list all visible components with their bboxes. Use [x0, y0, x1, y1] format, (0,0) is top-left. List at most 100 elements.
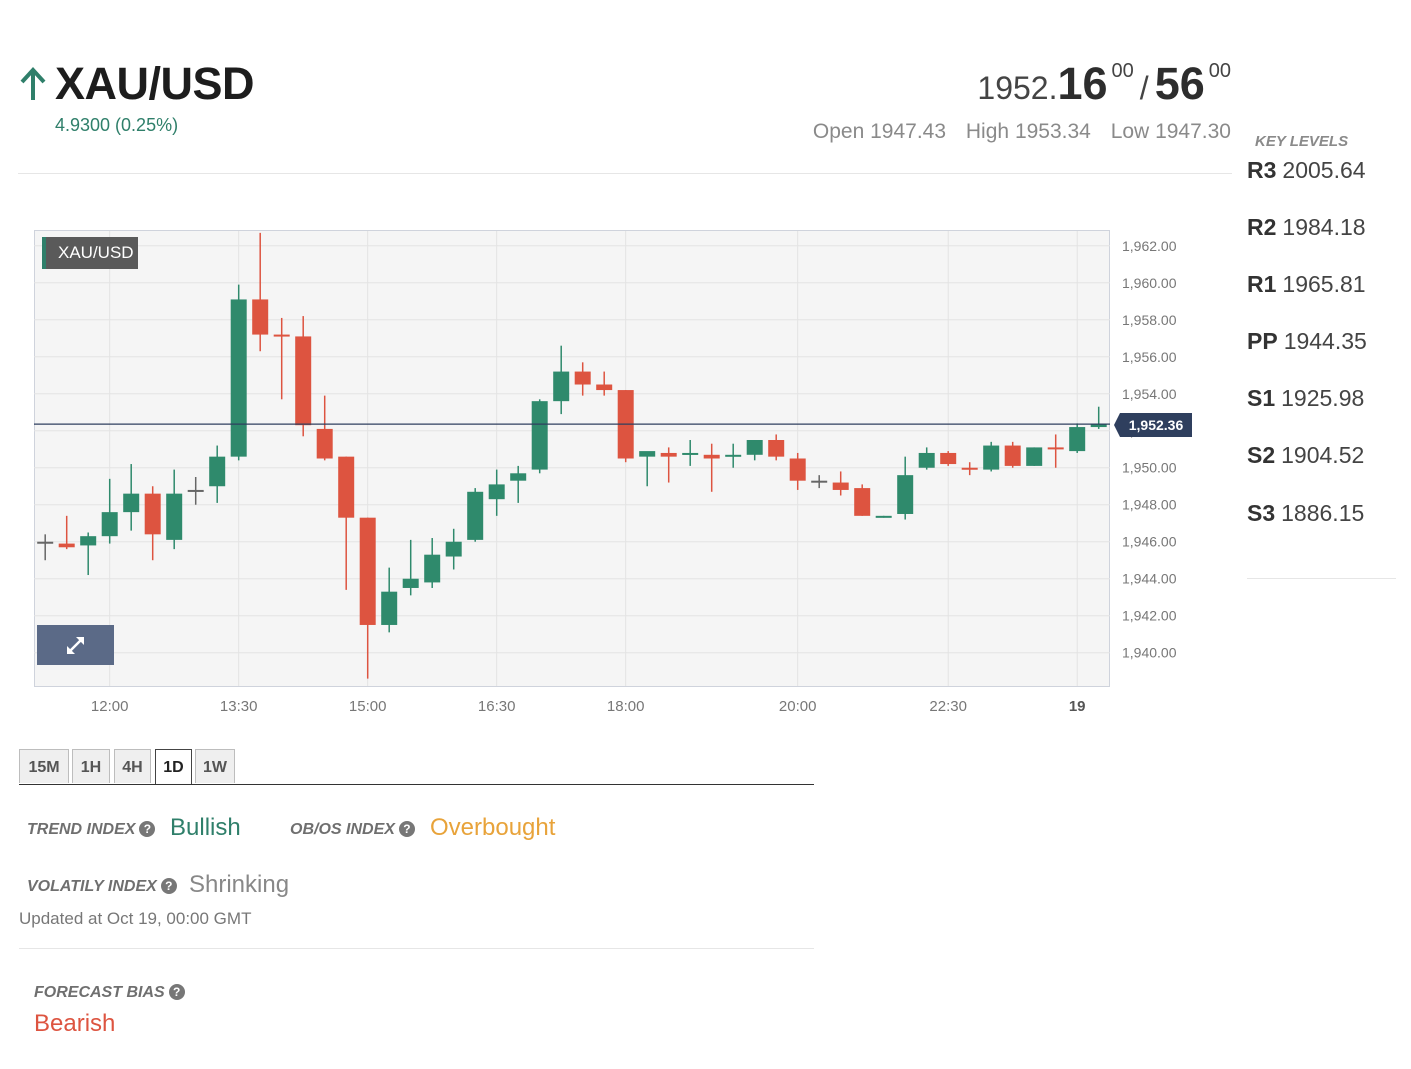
candle-body	[80, 536, 97, 546]
candle-body	[703, 454, 720, 459]
tab-1d[interactable]: 1D	[155, 749, 192, 785]
candle-body	[596, 384, 613, 391]
divider	[1247, 578, 1396, 579]
candle-body	[746, 440, 763, 455]
candle-body	[445, 541, 462, 557]
key-level-value: 1944.35	[1283, 328, 1367, 354]
key-level-s3: S3 1886.15	[1247, 500, 1364, 527]
key-level-value: 1965.81	[1282, 271, 1366, 297]
candle-body	[811, 480, 828, 483]
y-tick-label: 1,944.00	[1122, 571, 1177, 587]
tab-4h[interactable]: 4H	[114, 749, 151, 783]
candle-body	[639, 451, 656, 457]
volatility-index-label: VOLATILY INDEX?	[27, 878, 177, 896]
open-value: 1947.43	[870, 120, 947, 143]
candle-body	[768, 440, 785, 457]
low-label: Low	[1110, 120, 1150, 143]
key-level-label: PP	[1247, 328, 1278, 354]
low-value: 1947.30	[1155, 120, 1231, 143]
forecast-bias-value: Bearish	[34, 1010, 116, 1037]
ask-pipette: 00	[1208, 60, 1231, 82]
key-level-pp: PP 1944.35	[1247, 328, 1367, 355]
obos-index-label: OB/OS INDEX?	[290, 821, 415, 839]
key-level-value: 1925.98	[1281, 385, 1365, 411]
candle-body	[725, 454, 742, 457]
y-tick-label: 1,960.00	[1122, 275, 1177, 291]
bid-pipette: 00	[1111, 60, 1134, 82]
x-tick-label: 12:00	[91, 698, 129, 715]
candle-body	[37, 541, 54, 544]
candle-body	[789, 458, 806, 481]
tab-1w[interactable]: 1W	[195, 749, 235, 783]
candle-body	[531, 401, 548, 470]
candle-body	[273, 334, 290, 337]
bid-base: 1952.	[977, 70, 1058, 106]
trend-index-label: TREND INDEX?	[27, 821, 156, 839]
x-tick-label: 19	[1069, 698, 1086, 715]
y-tick-label: 1,958.00	[1122, 312, 1177, 328]
candle-body	[467, 491, 484, 540]
key-level-value: 1904.52	[1281, 442, 1365, 468]
obos-index-value: Overbought	[430, 814, 556, 841]
candle-body	[144, 493, 161, 535]
updated-timestamp: Updated at Oct 19, 00:00 GMT	[19, 909, 252, 928]
candle-body	[1069, 427, 1086, 452]
forecast-bias-label: FORECAST BIAS?	[34, 984, 185, 1002]
key-level-label: R1	[1247, 271, 1277, 297]
candle-body	[918, 452, 935, 468]
candlestick-chart[interactable]: 1,940.00 1,942.00 1,944.00 1,946.00 1,948.00…	[0, 220, 1210, 720]
open-high-low: Open 1947.43 High 1953.34 Low 1947.30	[813, 120, 1231, 144]
candle-body	[488, 484, 505, 500]
bid-big-digits: 16	[1057, 58, 1108, 109]
key-level-r3: R3 2005.64	[1247, 157, 1366, 184]
key-level-label: S3	[1247, 500, 1276, 526]
key-level-value: 2005.64	[1282, 157, 1366, 183]
instrument-symbol: XAU/USD	[55, 58, 255, 109]
key-level-value: 1984.18	[1282, 214, 1366, 240]
question-circle-icon[interactable]: ?	[160, 878, 177, 894]
open-label: Open	[812, 120, 865, 143]
candle-body	[252, 299, 269, 335]
candle-body	[553, 371, 570, 402]
question-circle-icon[interactable]: ?	[139, 821, 156, 837]
y-tick-label: 1,962.00	[1122, 238, 1177, 254]
candle-body	[166, 493, 183, 540]
forecast-bias-text: FORECAST BIAS	[34, 984, 165, 1001]
y-tick-label: 1,954.00	[1122, 386, 1177, 402]
candle-body	[875, 515, 892, 518]
bid-ask-price: 1952.16 00/56 00	[977, 58, 1231, 110]
trend-index-text: TREND INDEX	[27, 821, 136, 838]
candle-body	[961, 467, 978, 470]
candle-body	[983, 445, 1000, 470]
candle-body	[424, 554, 441, 583]
candle-body	[1047, 447, 1064, 450]
candle-body	[338, 456, 355, 518]
candle-body	[897, 475, 914, 514]
candle-body	[101, 512, 118, 537]
candle-body	[295, 336, 312, 426]
tab-15m[interactable]: 15M	[19, 749, 69, 783]
volatility-index-value: Shrinking	[189, 871, 290, 898]
high-value: 1953.34	[1014, 120, 1091, 143]
expand-chart-button[interactable]	[37, 625, 114, 665]
tab-1h[interactable]: 1H	[72, 749, 110, 783]
x-tick-label: 15:00	[349, 698, 387, 715]
candle-body	[209, 456, 226, 487]
y-tick-label: 1,950.00	[1122, 460, 1177, 476]
candle-body	[832, 482, 849, 490]
arrow-up-icon	[20, 67, 46, 100]
question-circle-icon[interactable]: ?	[398, 821, 415, 837]
candle-body	[510, 473, 527, 481]
ask-big-digits: 56	[1154, 58, 1205, 109]
candle-body	[940, 452, 957, 465]
candle-body	[187, 489, 204, 492]
current-price-tag: 1,952.36	[1114, 413, 1192, 437]
key-level-s2: S2 1904.52	[1247, 442, 1364, 469]
key-level-r1: R1 1965.81	[1247, 271, 1366, 298]
candle-body	[682, 452, 699, 455]
y-tick-label: 1,946.00	[1122, 534, 1177, 550]
question-circle-icon[interactable]: ?	[168, 984, 185, 1000]
candle-body	[1004, 445, 1021, 466]
candle-body	[854, 488, 871, 516]
chart-symbol-badge: XAU/USD	[42, 237, 138, 269]
